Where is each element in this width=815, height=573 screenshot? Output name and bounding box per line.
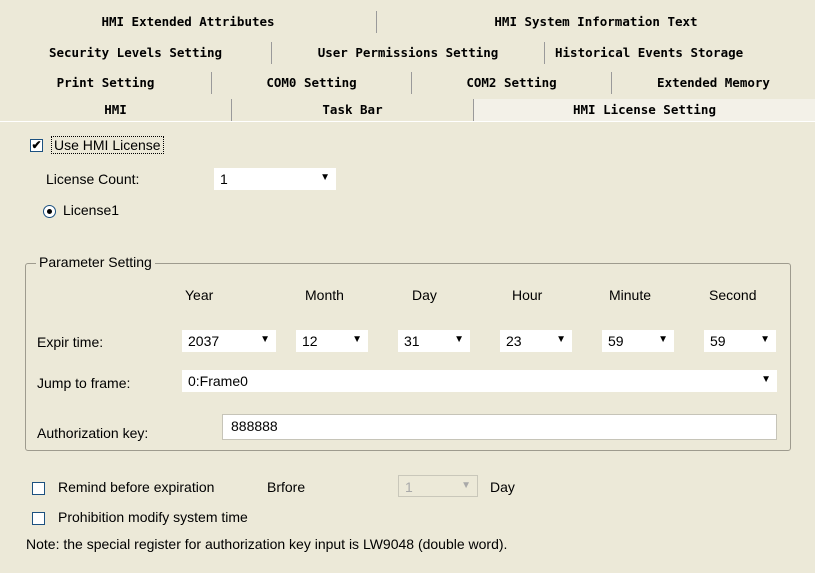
use-license-checkbox[interactable]: ✔ — [30, 139, 43, 152]
remind-checkbox[interactable] — [32, 482, 45, 495]
month-select[interactable]: 12 ▼ — [296, 330, 368, 352]
chevron-down-icon[interactable]: ▼ — [320, 172, 330, 183]
header-hour: Hour — [512, 287, 543, 303]
hour-value: 23 — [506, 333, 522, 349]
remind-day-label: Day — [490, 479, 515, 495]
authorization-key-value: 888888 — [231, 418, 278, 434]
parameter-setting-title: Parameter Setting — [36, 254, 155, 270]
chevron-down-icon[interactable]: ▼ — [461, 480, 471, 491]
chevron-down-icon[interactable]: ▼ — [260, 334, 270, 345]
tab-row-2: Security Levels Setting User Permissions… — [0, 42, 815, 64]
remind-days-value: 1 — [405, 479, 413, 495]
hour-select[interactable]: 23 ▼ — [500, 330, 572, 352]
tab-com2-setting[interactable]: COM2 Setting — [412, 72, 612, 94]
tab-hmi[interactable]: HMI — [0, 99, 232, 121]
minute-value: 59 — [608, 333, 624, 349]
tab-row-1: HMI Extended Attributes HMI System Infor… — [0, 11, 815, 33]
tab-historical-events-storage[interactable]: Historical Events Storage — [545, 42, 815, 64]
header-year: Year — [185, 287, 214, 303]
license-count-select[interactable]: 1 ▼ — [214, 168, 336, 190]
use-license-label[interactable]: Use HMI License — [51, 136, 164, 154]
day-value: 31 — [404, 333, 420, 349]
tab-extended-memory[interactable]: Extended Memory — [612, 72, 815, 94]
license-count-value: 1 — [220, 171, 228, 187]
tab-com0-setting[interactable]: COM0 Setting — [212, 72, 412, 94]
tab-hmi-system-information-text[interactable]: HMI System Information Text — [377, 11, 815, 33]
jump-to-frame-label: Jump to frame: — [37, 375, 131, 391]
tab-security-levels-setting[interactable]: Security Levels Setting — [0, 42, 272, 64]
prohibit-label[interactable]: Prohibition modify system time — [58, 509, 248, 525]
chevron-down-icon[interactable]: ▼ — [658, 334, 668, 345]
license-count-label: License Count: — [46, 171, 140, 187]
authorization-key-label: Authorization key: — [37, 425, 149, 441]
prohibit-checkbox[interactable] — [32, 512, 45, 525]
tab-hmi-license-setting[interactable]: HMI License Setting — [474, 99, 815, 121]
tab-task-bar[interactable]: Task Bar — [232, 99, 474, 121]
license1-radio[interactable] — [43, 205, 56, 218]
tab-row-4: HMI Task Bar HMI License Setting — [0, 99, 815, 121]
license1-label[interactable]: License1 — [63, 202, 119, 218]
expire-time-label: Expir time: — [37, 334, 104, 350]
header-minute: Minute — [609, 287, 652, 303]
month-value: 12 — [302, 333, 318, 349]
tab-hmi-extended-attributes[interactable]: HMI Extended Attributes — [0, 11, 377, 33]
year-select[interactable]: 2037 ▼ — [182, 330, 276, 352]
check-icon: ✔ — [31, 138, 42, 152]
second-value: 59 — [710, 333, 726, 349]
license-settings-panel: ✔ Use HMI License License Count: 1 ▼ Lic… — [0, 122, 815, 573]
header-day: Day — [412, 287, 437, 303]
radio-selected-dot — [47, 209, 52, 214]
remind-days-select[interactable]: 1 ▼ — [398, 475, 478, 497]
tab-user-permissions-setting[interactable]: User Permissions Setting — [272, 42, 545, 64]
day-select[interactable]: 31 ▼ — [398, 330, 470, 352]
chevron-down-icon[interactable]: ▼ — [454, 334, 464, 345]
note-text: Note: the special register for authoriza… — [26, 536, 508, 552]
jump-to-frame-select[interactable]: 0:Frame0 ▼ — [182, 370, 777, 392]
second-select[interactable]: 59 ▼ — [704, 330, 776, 352]
year-value: 2037 — [188, 333, 220, 349]
chevron-down-icon[interactable]: ▼ — [352, 334, 362, 345]
header-month: Month — [305, 287, 344, 303]
minute-select[interactable]: 59 ▼ — [602, 330, 674, 352]
header-second: Second — [709, 287, 757, 303]
tab-row-3: Print Setting COM0 Setting COM2 Setting … — [0, 72, 815, 94]
remind-before-label: Brfore — [267, 479, 306, 495]
jump-to-frame-value: 0:Frame0 — [188, 373, 248, 389]
authorization-key-input[interactable]: 888888 — [222, 414, 777, 440]
chevron-down-icon[interactable]: ▼ — [760, 334, 770, 345]
remind-label[interactable]: Remind before expiration — [58, 479, 214, 495]
tab-print-setting[interactable]: Print Setting — [0, 72, 212, 94]
chevron-down-icon[interactable]: ▼ — [556, 334, 566, 345]
chevron-down-icon[interactable]: ▼ — [761, 374, 771, 385]
